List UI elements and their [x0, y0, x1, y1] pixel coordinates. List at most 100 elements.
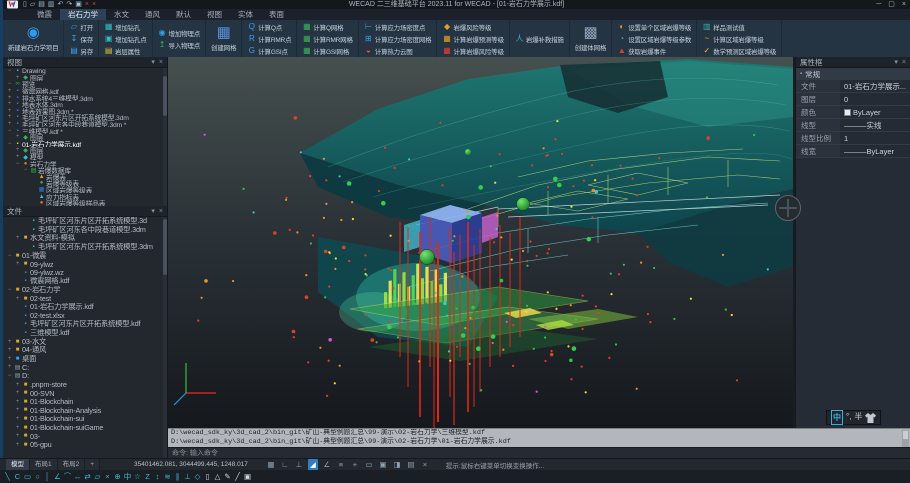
- workspace-icon[interactable]: ×: [420, 459, 430, 471]
- spline-tool-icon[interactable]: ⌒: [63, 470, 72, 483]
- tree-item[interactable]: + ▪ 地表效果图.3dm *: [3, 108, 167, 115]
- add-borehole-button[interactable]: ▦ 增加钻孔: [101, 21, 150, 33]
- compute-gsi-point-button[interactable]: G 计算GSI点: [244, 45, 294, 57]
- expander-icon[interactable]: +: [14, 235, 21, 241]
- angle-tool-icon[interactable]: ∠: [53, 470, 62, 483]
- rockburst-remedy-button[interactable]: 人 岩爆补救措施: [512, 33, 567, 45]
- tree-item[interactable]: + ■ 01-Blockchain-suiGame: [3, 423, 167, 432]
- ribbon-tab[interactable]: 表面: [261, 9, 292, 20]
- expander-icon[interactable]: +: [14, 442, 21, 448]
- tree-item[interactable]: + ■ 09-ylwz: [3, 260, 167, 269]
- ribbon-tab[interactable]: 视图: [199, 9, 230, 20]
- view-tree-scrollbar[interactable]: [163, 68, 167, 206]
- close-button-icon[interactable]: ×: [902, 0, 906, 9]
- tree-item[interactable]: + ▪ 微震网格.kdf: [3, 88, 167, 95]
- expander-icon[interactable]: −: [6, 253, 13, 259]
- tree-item[interactable]: ▲ 岩爆表: [3, 174, 167, 181]
- new-rock-mechanics-project-button[interactable]: ◉ 新建岩石力学项目: [5, 21, 61, 56]
- property-row[interactable]: 图层 0: [796, 93, 910, 106]
- pin-icon[interactable]: ▾: [151, 207, 155, 215]
- compute-q-point-button[interactable]: Q 计算Q点: [244, 21, 294, 33]
- tree-item[interactable]: ▪ 毛坪矿区河东各中段巷道模型.3dm: [3, 226, 167, 235]
- pin-icon[interactable]: ▾: [151, 58, 155, 66]
- ribbon-tab[interactable]: 岩石力学: [60, 9, 106, 20]
- line-tool-icon[interactable]: ╲: [3, 470, 12, 483]
- snap-toggle[interactable]: °,: [846, 410, 851, 425]
- otrack-toggle-icon[interactable]: ≡: [336, 459, 346, 471]
- expander-icon[interactable]: +: [6, 101, 13, 107]
- star-tool-icon[interactable]: ☆: [133, 470, 142, 483]
- stratum-properties-button[interactable]: ▤ 岩层属性: [101, 45, 150, 57]
- tree-item[interactable]: + ◆ 模型: [3, 154, 167, 161]
- selection-cycling-icon[interactable]: ◨: [392, 459, 402, 471]
- redo-icon[interactable]: ↷: [66, 0, 72, 9]
- tree-item[interactable]: ▪ 02-test.xlsx: [3, 312, 167, 321]
- layout-tab[interactable]: 布局1: [30, 459, 58, 471]
- command-scrollbar[interactable]: [902, 430, 909, 447]
- tree-item[interactable]: ▪ 三维模型.kdf: [3, 329, 167, 338]
- open-file-icon[interactable]: ▱: [30, 0, 35, 9]
- tree-item[interactable]: ▪ 09-ylwz.wz: [3, 269, 167, 278]
- tree-item[interactable]: ▪ 01-岩石力学展示.kdf: [3, 303, 167, 312]
- tree-item[interactable]: ▪ 毛坪矿区河东片区开拓系统模型.3d: [3, 217, 167, 226]
- divider-icon[interactable]: │: [43, 470, 52, 483]
- tree-item[interactable]: − ▤ 岩爆数据库: [3, 167, 167, 174]
- tree-item[interactable]: + ■ 03-水文: [3, 337, 167, 346]
- zoom-tool-icon[interactable]: Z: [143, 470, 152, 483]
- snap-toggle[interactable]: 中: [831, 410, 843, 425]
- set-single-region-rockburst-level-button[interactable]: ◐ 设置单个区域岩爆等级: [614, 21, 694, 33]
- snap-toggle[interactable]: 半: [854, 410, 862, 425]
- compute-rockburst-risk-level-button[interactable]: ▦ 计算岩爆风险等级: [439, 45, 506, 57]
- sample-test-value-button[interactable]: ▥ 样品测试值: [699, 21, 779, 33]
- erase-tool-icon[interactable]: ×: [103, 470, 112, 483]
- expander-icon[interactable]: +: [14, 154, 21, 160]
- tree-item[interactable]: ▲ 应力指标表: [3, 193, 167, 200]
- tree-item[interactable]: − ▤ D:: [3, 372, 167, 381]
- expander-icon[interactable]: −: [6, 68, 13, 74]
- expander-icon[interactable]: +: [14, 407, 21, 413]
- compute-stress-field-mesh-button[interactable]: ⊞ 计算应力场密度网格: [361, 33, 435, 45]
- slash-tool-icon[interactable]: ╱: [233, 470, 242, 483]
- tree-item[interactable]: + ▪ 排水系统4三维模型.3dm: [3, 94, 167, 101]
- tree-item[interactable]: + ▪ 毛坪矿区河东片区开拓系统模型.3dm: [3, 114, 167, 121]
- tree-item[interactable]: + ■ .pnpm-store: [3, 380, 167, 389]
- grid-toggle-icon[interactable]: ▦: [266, 459, 276, 471]
- expander-icon[interactable]: +: [6, 108, 13, 114]
- tree-item[interactable]: − ▪ 01-岩石力学展示.kdf: [3, 141, 167, 148]
- compute-rmr-mesh-button[interactable]: ▦ 计算RMR网格: [299, 33, 355, 45]
- expander-icon[interactable]: +: [6, 88, 13, 94]
- open-button[interactable]: ▱ 打开: [66, 21, 96, 33]
- tree-item[interactable]: + ◆ 图层: [3, 75, 167, 82]
- expander-icon[interactable]: −: [6, 141, 13, 147]
- layout-tab[interactable]: 布局2: [58, 459, 86, 471]
- lineweight-toggle-icon[interactable]: ▭: [364, 459, 374, 471]
- get-rockburst-events-button[interactable]: ▲ 获取岩爆事件: [614, 45, 694, 57]
- tree-item[interactable]: + ■ 01-Blockchain-Analysis: [3, 406, 167, 415]
- compute-thermal-cloud-button[interactable]: ◒ 计算热力云图: [361, 45, 435, 57]
- tree-item[interactable]: − ▪ 三维模型.kdf *: [3, 127, 167, 134]
- window-icon[interactable]: ▣: [75, 0, 82, 9]
- close-all-icon[interactable]: ×: [92, 0, 96, 9]
- property-row[interactable]: 颜色 ByLayer: [796, 106, 910, 119]
- math-predict-region-rockburst-level-button[interactable]: ✓ 数学预测区域岩爆等级: [699, 45, 779, 57]
- maximize-button-icon[interactable]: ▢: [888, 0, 895, 9]
- arc-tool-icon[interactable]: C: [13, 470, 22, 483]
- parallel-tool-icon[interactable]: ∥: [173, 470, 182, 483]
- tree-item[interactable]: + ◆ 图层: [3, 147, 167, 154]
- hatch-tool-icon[interactable]: ≋: [163, 470, 172, 483]
- 3d-viewport[interactable]: [168, 57, 793, 428]
- expander-icon[interactable]: +: [14, 425, 21, 431]
- expander-icon[interactable]: +: [14, 382, 21, 388]
- close-icon[interactable]: ×: [159, 208, 163, 215]
- add-physical-point-button[interactable]: ◉ 增加物理点: [155, 27, 204, 39]
- center-tool-icon[interactable]: 中: [123, 470, 132, 483]
- expander-icon[interactable]: +: [6, 339, 13, 345]
- expander-icon[interactable]: +: [14, 399, 21, 405]
- tree-item[interactable]: + ■ 桌面: [3, 355, 167, 364]
- compute-region-rockburst-level-button[interactable]: ~ 计算区域岩爆等级: [699, 33, 779, 45]
- expander-icon[interactable]: +: [6, 356, 13, 362]
- tree-item[interactable]: ▦ 区域岩爆等级表: [3, 187, 167, 194]
- plot-icon[interactable]: ▥: [48, 0, 55, 9]
- perpendicular-tool-icon[interactable]: ⊥: [183, 470, 192, 483]
- property-row[interactable]: 线型 ———实线: [796, 119, 910, 132]
